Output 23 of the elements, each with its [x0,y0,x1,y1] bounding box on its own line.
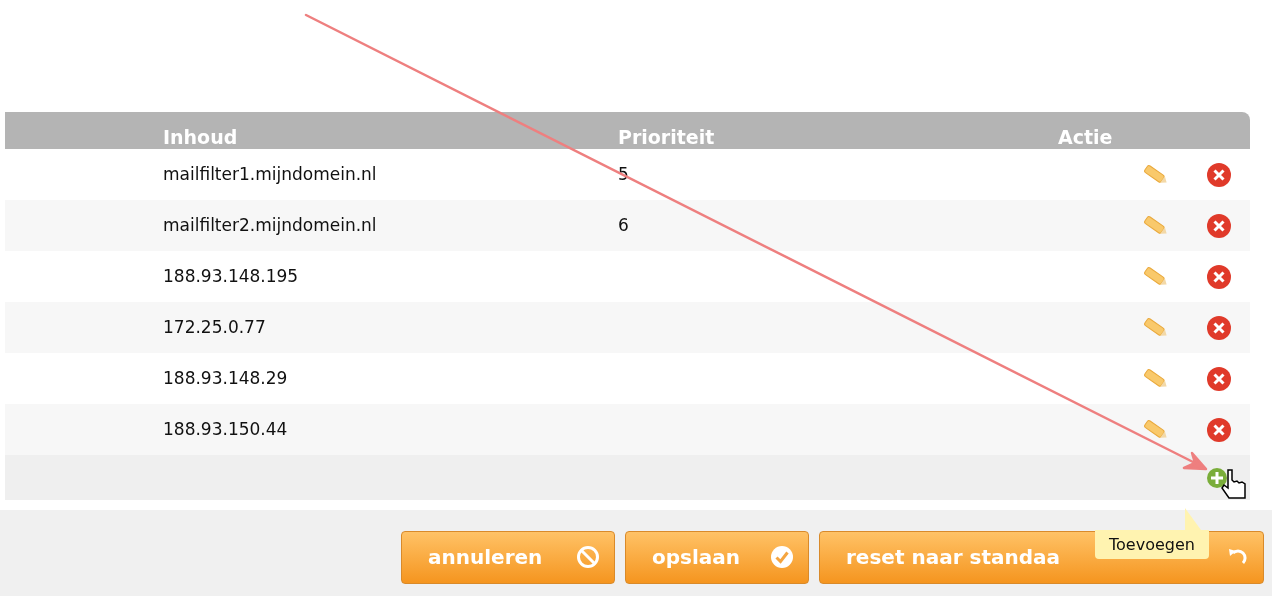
prohibited-icon [576,545,600,569]
delete-icon[interactable] [1206,416,1232,443]
column-header: Inhoud [162,127,239,149]
add-icon[interactable] [1206,466,1228,489]
table-cell-text: 188.93.148.29 [162,366,289,390]
cancel-button[interactable]: annuleren [401,530,615,584]
table-cell-text: 188.93.148.195 [162,264,300,288]
delete-icon[interactable] [1206,263,1232,290]
table-cell-text: mailfilter2.mijndomein.nl [162,213,378,237]
table-cell-text: mailfilter1.mijndomein.nl [162,162,378,186]
table-cell-text: 172.25.0.77 [162,315,267,339]
delete-icon[interactable] [1206,212,1232,239]
hand-cursor-icon [1221,469,1246,499]
delete-icon[interactable] [1206,365,1232,392]
table-cell-text: 188.93.150.44 [162,417,289,441]
check-icon [770,545,794,569]
table-cell-text: 6 [618,213,630,237]
delete-icon[interactable] [1206,161,1232,188]
column-header: Prioriteit [618,127,716,149]
tooltip: Toevoegen [1095,508,1209,560]
column-header: Actie [1058,127,1113,149]
delete-icon[interactable] [1206,314,1232,341]
save-button[interactable]: opslaan [625,530,809,584]
